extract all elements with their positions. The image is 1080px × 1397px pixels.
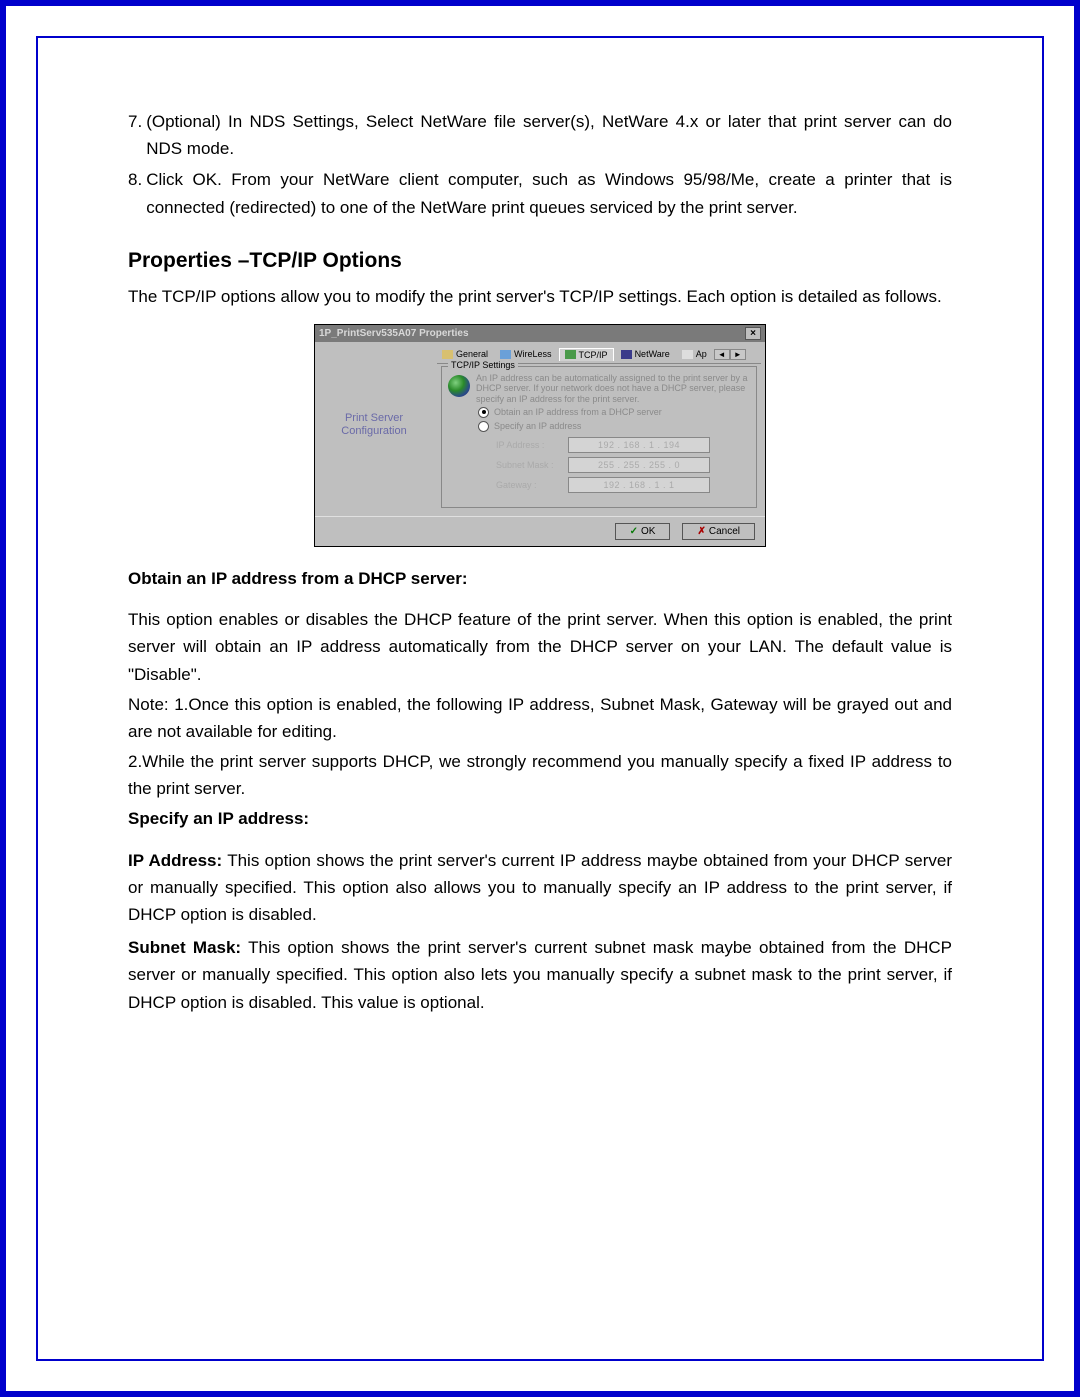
- ipaddr-text: This option shows the print server's cur…: [128, 851, 952, 924]
- subnet-mask-label: Subnet Mask :: [496, 460, 568, 470]
- tab-netware-label: NetWare: [635, 349, 670, 359]
- radio-dhcp-row[interactable]: Obtain an IP address from a DHCP server: [478, 407, 750, 418]
- note-2: 2.While the print server supports DHCP, …: [128, 748, 952, 802]
- tab-apple-label: Ap: [696, 349, 707, 359]
- page-outer-border: 7. (Optional) In NDS Settings, Select Ne…: [0, 0, 1080, 1397]
- gateway-field[interactable]: 192 . 168 . 1 . 1: [568, 477, 710, 493]
- cancel-button-label: Cancel: [709, 526, 740, 537]
- tab-netware[interactable]: NetWare: [616, 348, 675, 360]
- subnet-label: Subnet Mask:: [128, 938, 241, 957]
- group-desc-text: An IP address can be automatically assig…: [476, 373, 750, 404]
- group-legend: TCP/IP Settings: [448, 360, 518, 370]
- tab-tcpip[interactable]: TCP/IP: [559, 348, 614, 361]
- ip-address-label: IP Address :: [496, 440, 568, 450]
- dialog-titlebar: 1P_PrintServ535A07 Properties ×: [315, 325, 765, 342]
- cancel-button[interactable]: ✗ Cancel: [682, 523, 755, 540]
- left-line-2: Configuration: [315, 425, 433, 438]
- ok-button[interactable]: ✓ OK: [615, 523, 671, 540]
- ipaddr-label: IP Address:: [128, 851, 222, 870]
- note-1: Note: 1.Once this option is enabled, the…: [128, 691, 952, 745]
- step-8-number: 8.: [128, 166, 142, 220]
- gateway-label: Gateway :: [496, 480, 568, 490]
- close-icon[interactable]: ×: [745, 327, 761, 340]
- dialog-title: 1P_PrintServ535A07 Properties: [319, 328, 469, 339]
- radio-specify-label: Specify an IP address: [494, 421, 581, 431]
- subnet-mask-field[interactable]: 255 . 255 . 255 . 0: [568, 457, 710, 473]
- group-desc-row: An IP address can be automatically assig…: [448, 373, 750, 404]
- tab-general-label: General: [456, 349, 488, 359]
- netware-icon: [621, 350, 632, 359]
- tab-wireless-label: WireLess: [514, 349, 552, 359]
- radio-dhcp-label: Obtain an IP address from a DHCP server: [494, 407, 662, 417]
- top-steps: 7. (Optional) In NDS Settings, Select Ne…: [128, 108, 952, 221]
- dialog-button-row: ✓ OK ✗ Cancel: [315, 516, 765, 546]
- properties-dialog: 1P_PrintServ535A07 Properties × Print Se…: [314, 324, 766, 547]
- page-inner-border: 7. (Optional) In NDS Settings, Select Ne…: [36, 36, 1044, 1361]
- dialog-body: Print Server Configuration General WireL…: [315, 342, 765, 516]
- dialog-left-panel: Print Server Configuration: [315, 342, 433, 516]
- dialog-wrap: 1P_PrintServ535A07 Properties × Print Se…: [128, 324, 952, 547]
- tab-scroll-left-icon[interactable]: ◄: [714, 349, 730, 360]
- cancel-x-icon: ✗: [697, 526, 705, 537]
- tab-scroll-right-icon[interactable]: ►: [730, 349, 746, 360]
- tcpip-settings-group: TCP/IP Settings An IP address can be aut…: [441, 366, 757, 508]
- tab-general[interactable]: General: [437, 348, 493, 360]
- step-8: 8. Click OK. From your NetWare client co…: [128, 166, 952, 220]
- step-8-text: Click OK. From your NetWare client compu…: [146, 166, 952, 220]
- apple-icon: [682, 350, 693, 359]
- step-7-text: (Optional) In NDS Settings, Select NetWa…: [146, 108, 952, 162]
- subnet-text: This option shows the print server's cur…: [128, 938, 952, 1011]
- intro-paragraph: The TCP/IP options allow you to modify t…: [128, 283, 952, 310]
- obtain-para: This option enables or disables the DHCP…: [128, 606, 952, 688]
- tab-apple[interactable]: Ap: [677, 348, 712, 360]
- tcpip-icon: [565, 350, 576, 359]
- dialog-right-panel: General WireLess TCP/IP: [433, 342, 765, 516]
- below-content: Obtain an IP address from a DHCP server:…: [128, 565, 952, 1016]
- radio-dhcp[interactable]: [478, 407, 489, 418]
- ip-address-field[interactable]: 192 . 168 . 1 . 194: [568, 437, 710, 453]
- obtain-heading: Obtain an IP address from a DHCP server:: [128, 565, 952, 592]
- subnet-mask-row: Subnet Mask : 255 . 255 . 255 . 0: [496, 457, 750, 473]
- wireless-icon: [500, 350, 511, 359]
- ip-grid: IP Address : 192 . 168 . 1 . 194 Subnet …: [496, 437, 750, 493]
- radio-specify-row[interactable]: Specify an IP address: [478, 421, 750, 432]
- tab-tcpip-label: TCP/IP: [579, 350, 608, 360]
- step-7: 7. (Optional) In NDS Settings, Select Ne…: [128, 108, 952, 162]
- gateway-row: Gateway : 192 . 168 . 1 . 1: [496, 477, 750, 493]
- specify-heading: Specify an IP address:: [128, 805, 952, 832]
- radio-specify[interactable]: [478, 421, 489, 432]
- left-line-1: Print Server: [315, 412, 433, 425]
- ok-button-label: OK: [641, 526, 655, 537]
- ip-address-row: IP Address : 192 . 168 . 1 . 194: [496, 437, 750, 453]
- subnet-block: Subnet Mask: This option shows the print…: [128, 934, 952, 1016]
- note-2-text: 2.While the print server supports DHCP, …: [128, 752, 952, 798]
- note-1-text: Note: 1.Once this option is enabled, the…: [128, 695, 952, 741]
- globe-icon: [448, 375, 470, 397]
- section-heading: Properties –TCP/IP Options: [128, 249, 952, 273]
- tab-wireless[interactable]: WireLess: [495, 348, 557, 360]
- folder-icon: [442, 350, 453, 359]
- step-7-number: 7.: [128, 108, 142, 162]
- checkmark-icon: ✓: [630, 526, 638, 537]
- ipaddr-block: IP Address: This option shows the print …: [128, 847, 952, 929]
